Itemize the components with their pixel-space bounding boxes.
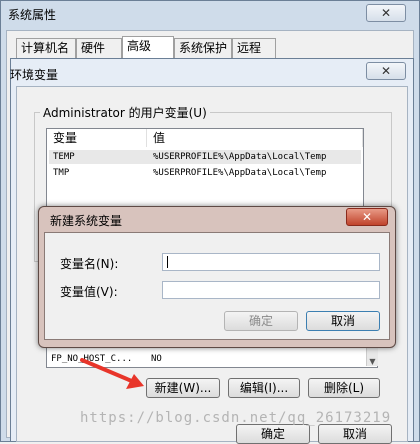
system-properties-close-button[interactable]: ✕ — [366, 4, 406, 22]
delete-variable-button[interactable]: 删除(L) — [308, 378, 380, 398]
environment-variables-title: 环境变量 — [10, 68, 59, 82]
column-header-variable[interactable]: 变量 — [47, 129, 147, 147]
cancel-button[interactable]: 取消 — [318, 424, 392, 444]
environment-variables-close-button[interactable]: ✕ — [366, 62, 406, 80]
red-arrow-annotation — [80, 358, 144, 389]
variable-name-label: 变量名(N): — [60, 257, 119, 271]
tab-remote[interactable]: 远程 — [232, 38, 276, 58]
tab-system-protection[interactable]: 系统保护 — [174, 38, 232, 58]
text-cursor — [167, 256, 168, 268]
column-header-value[interactable]: 值 — [147, 129, 363, 147]
new-system-variable-title: 新建系统变量 — [50, 214, 123, 228]
new-variable-button[interactable]: 新建(W)... — [146, 378, 220, 398]
tab-computer-name[interactable]: 计算机名 — [16, 38, 76, 58]
ok-button[interactable]: 确定 — [236, 424, 310, 444]
user-variables-list[interactable]: 变量 值 TEMP %USERPROFILE%\AppData\Local\Te… — [46, 128, 364, 214]
tab-advanced[interactable]: 高级 — [122, 36, 174, 60]
tab-hardware[interactable]: 硬件 — [76, 38, 122, 58]
edit-variable-button[interactable]: 编辑(I)... — [228, 378, 300, 398]
dialog-close-button[interactable]: ✕ — [346, 208, 388, 226]
list-item-name[interactable]: TEMP — [53, 151, 75, 163]
dialog-cancel-button[interactable]: 取消 — [306, 311, 380, 331]
list-item-value[interactable]: %USERPROFILE%\AppData\Local\Temp — [153, 151, 326, 163]
list-item-value[interactable]: %USERPROFILE%\AppData\Local\Temp — [153, 167, 326, 179]
variable-value-input[interactable] — [162, 281, 380, 299]
user-variables-group-label: Administrator 的用户变量(U) — [40, 104, 210, 121]
variable-name-input[interactable] — [162, 253, 380, 271]
dialog-ok-button[interactable]: 确定 — [224, 311, 298, 331]
list-item-name[interactable]: TMP — [53, 167, 69, 179]
variable-value-label: 变量值(V): — [60, 285, 118, 299]
system-properties-title: 系统属性 — [8, 8, 57, 22]
watermark: https://blog.csdn.net/qq_26173219 — [80, 410, 392, 426]
